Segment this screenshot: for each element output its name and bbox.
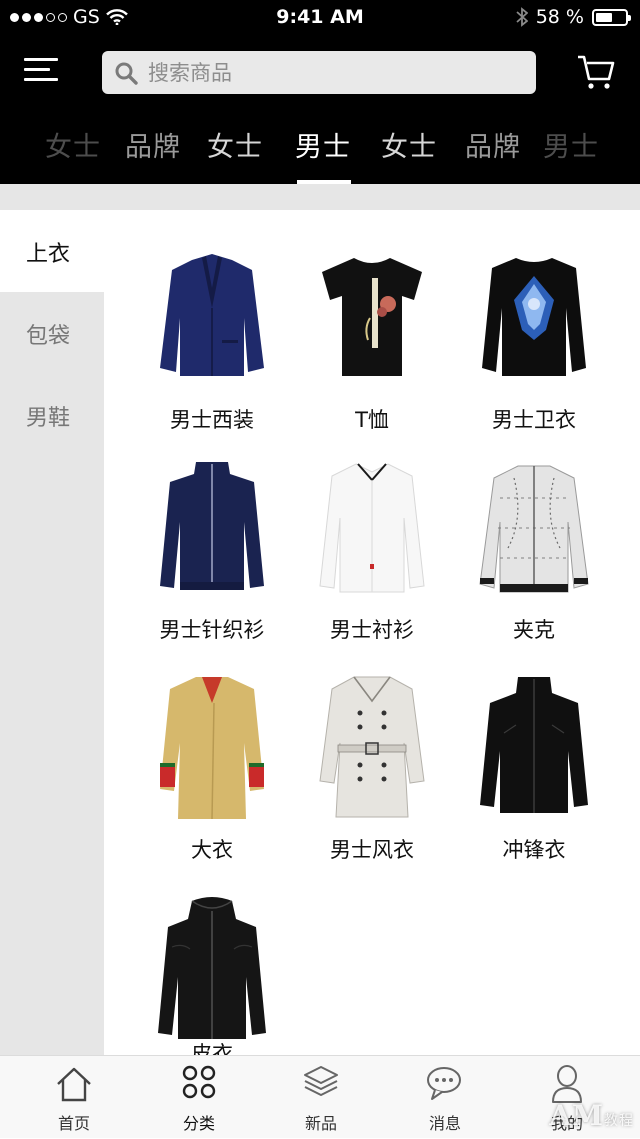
product-tshirt[interactable]: T恤 [294,238,450,438]
product-name: 男士卫衣 [492,408,576,432]
menu-icon[interactable] [24,56,58,86]
chat-icon [427,1067,461,1100]
status-bar: GS 9:41 AM 58 % [0,0,640,36]
sidebar-item-tops[interactable]: 上衣 [0,210,104,292]
shell-jacket-icon [456,668,612,828]
overcoat-icon [134,668,290,828]
category-grid-icon [182,1065,216,1099]
tab-label: 分类 [182,1114,215,1133]
jacket-icon [456,448,612,608]
battery-icon [592,8,631,26]
product-name: 大衣 [191,838,233,862]
tab-label: 消息 [428,1114,461,1133]
sidebar: 上衣 包袋 男鞋 [0,210,104,1055]
tab-label: 新品 [304,1114,337,1133]
product-jacket[interactable]: 夹克 [456,448,612,648]
knit-sweater-icon [134,448,290,608]
tab-category[interactable]: 分类 [135,1056,263,1139]
tab-new[interactable]: 新品 [257,1056,385,1139]
search-input[interactable] [146,59,510,86]
product-knitwear[interactable]: 男士针织衫 [134,448,290,648]
bottom-tab-bar: 首页 分类 新品 消息 我的 AM教程 [0,1055,640,1138]
tab-women-1[interactable]: 女士 [45,125,101,164]
product-name: 男士风衣 [330,838,414,862]
tab-label: 首页 [57,1114,90,1133]
status-right: 58 % [516,6,631,28]
product-shirt[interactable]: 男士衬衫 [294,448,450,648]
tab-brand-1[interactable]: 品牌 [125,125,181,164]
tshirt-icon [294,238,450,398]
cart-icon[interactable] [576,52,616,92]
watermark-logo: AM教程 [549,1099,634,1132]
battery-percent: 58 % [535,6,584,28]
product-name: 男士衬衫 [330,618,414,642]
product-overcoat[interactable]: 大衣 [134,668,290,868]
suit-jacket-icon [134,238,290,398]
leather-jacket-icon [134,892,290,1052]
product-name: 夹克 [513,618,555,642]
product-trench[interactable]: 男士风衣 [294,668,450,868]
tab-men-2[interactable]: 男士 [543,125,599,164]
product-name: 男士西装 [170,408,254,432]
tab-women-3[interactable]: 女士 [381,125,437,164]
sidebar-item-label: 男鞋 [26,406,71,431]
product-grid: 男士西装 T恤 男士卫衣 男士针织衫 男士衬衫 夹克 大衣 男士风衣 冲锋衣 皮… [104,210,640,1066]
search-bar[interactable] [102,51,536,94]
home-icon [57,1067,91,1102]
product-name: 男士针织衫 [159,618,265,642]
product-sweatshirt[interactable]: 男士卫衣 [456,238,612,438]
sidebar-item-label: 包袋 [26,324,71,349]
tab-home[interactable]: 首页 [10,1056,138,1139]
product-name: T恤 [355,408,389,432]
category-tab-strip: 女士 品牌 女士 男士 女士 品牌 男士 [0,125,640,184]
tab-women-2[interactable]: 女士 [207,125,263,164]
tab-brand-2[interactable]: 品牌 [465,125,521,164]
person-icon [552,1065,582,1103]
bluetooth-icon [516,7,528,27]
sweatshirt-icon [456,238,612,398]
search-icon [115,62,138,85]
product-suit[interactable]: 男士西装 [134,238,290,438]
tab-men[interactable]: 男士 [295,125,351,164]
sidebar-item-bags[interactable]: 包袋 [0,292,104,374]
sidebar-item-shoes[interactable]: 男鞋 [0,374,104,456]
battery-level-fill [596,12,613,22]
app-header: GS 9:41 AM 58 % 搜索商品 女士 品牌 女士 男士 女士 品牌 男… [0,0,640,184]
divider-strip [0,184,640,210]
trench-coat-icon [294,668,450,828]
product-shell-jacket[interactable]: 冲锋衣 [456,668,612,868]
shirt-icon [294,448,450,608]
layers-icon [304,1066,338,1096]
sidebar-item-label: 上衣 [26,242,71,267]
tab-messages[interactable]: 消息 [381,1056,509,1139]
product-name: 冲锋衣 [502,838,566,862]
